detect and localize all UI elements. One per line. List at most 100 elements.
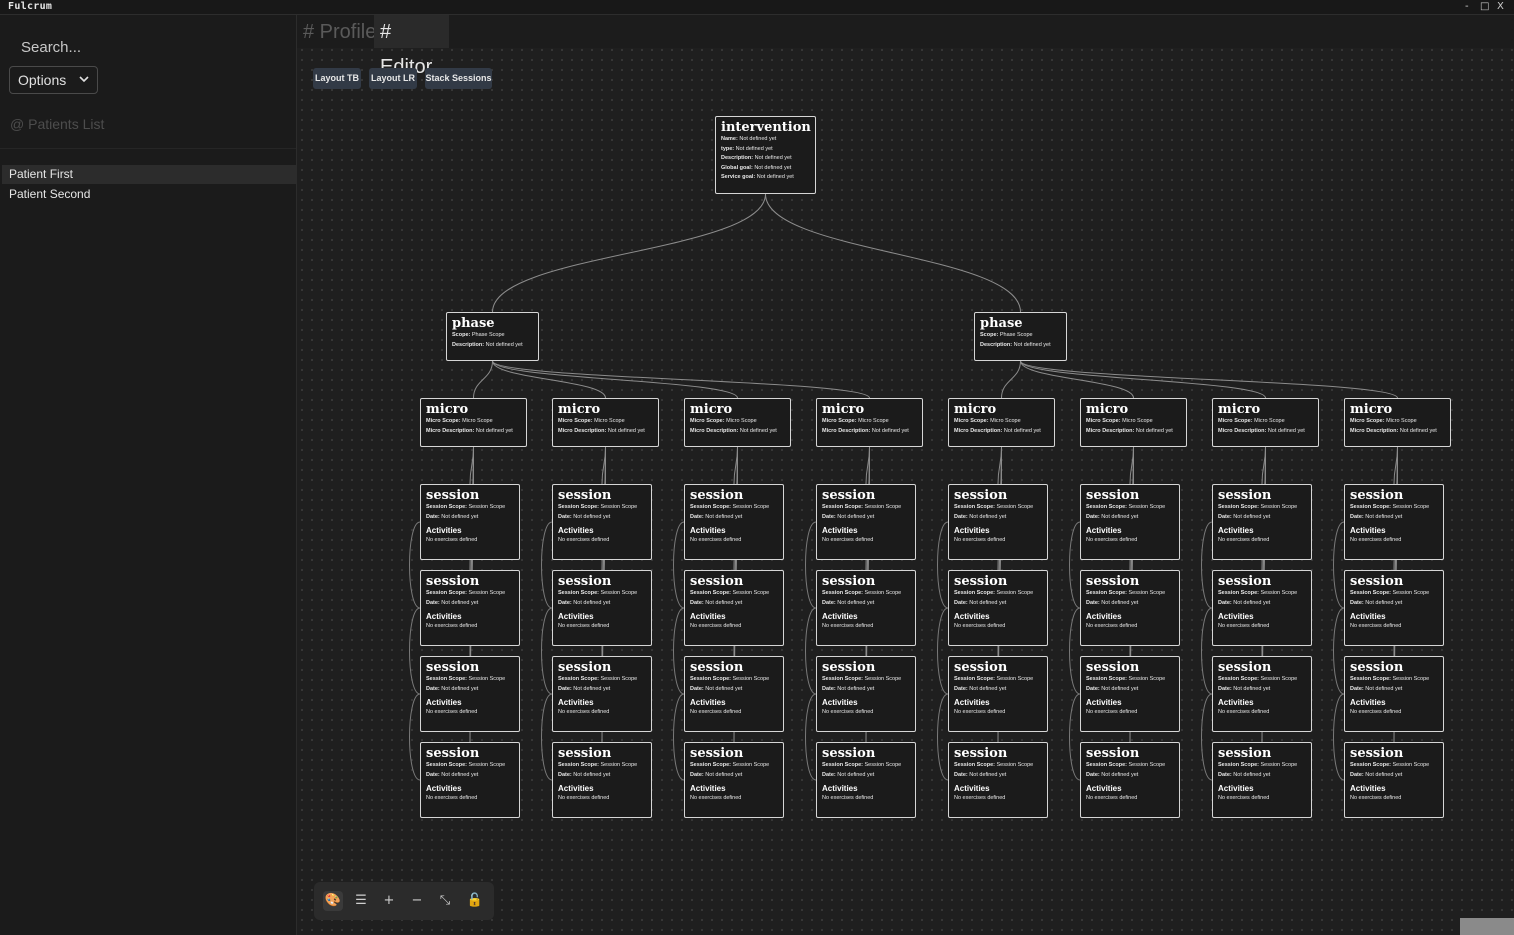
session-field-value: Session Scope (468, 504, 506, 510)
session-stack-edge (937, 693, 949, 781)
session-node[interactable]: session Session Scope: Session Scope Date:… (420, 570, 520, 646)
session-node[interactable]: session Session Scope: Session Scope Date:… (1212, 570, 1312, 646)
session-node[interactable]: session Session Scope: Session Scope Date:… (552, 570, 652, 646)
session-activities-empty: No exercises defined (426, 709, 478, 715)
session-node[interactable]: session Session Scope: Session Scope Date:… (1212, 742, 1312, 818)
session-field-value: Session Scope (600, 504, 638, 510)
session-field: Date: Not defined yet (558, 771, 646, 781)
session-node[interactable]: session Session Scope: Session Scope Date:… (1212, 656, 1312, 732)
session-field-key: Session Scope: (690, 504, 731, 510)
session-activities-heading: Activities (954, 526, 990, 535)
patient-item-first[interactable]: Patient First (2, 165, 296, 184)
minimize-icon[interactable]: - (1465, 0, 1469, 13)
micro-field-key: Micro Scope: (822, 418, 857, 424)
session-node[interactable]: session Session Scope: Session Scope Date:… (1080, 484, 1180, 560)
session-activities-heading: Activities (690, 698, 726, 707)
session-node[interactable]: session Session Scope: Session Scope Date:… (1344, 484, 1444, 560)
session-field: Session Scope: Session Scope (954, 589, 1042, 599)
micro-field-value: Micro Scope (1254, 418, 1285, 424)
micro-field-value: Micro Scope (594, 418, 625, 424)
phase-node[interactable]: phase Scope: Phase Scope Description: Not … (446, 312, 539, 361)
session-node[interactable]: session Session Scope: Session Scope Date:… (420, 484, 520, 560)
session-field-key: Session Scope: (1218, 762, 1259, 768)
session-field-value: Not defined yet (1101, 599, 1139, 606)
phase-field-value: Not defined yet (1013, 341, 1051, 348)
session-node[interactable]: session Session Scope: Session Scope Date:… (948, 742, 1048, 818)
patient-item-second[interactable]: Patient Second (2, 185, 296, 204)
maximize-icon[interactable]: □ (1480, 0, 1489, 13)
graph-edge (473, 360, 493, 399)
session-node[interactable]: session Session Scope: Session Scope Date:… (684, 484, 784, 560)
session-activities-empty: No exercises defined (1218, 795, 1270, 801)
session-node[interactable]: session Session Scope: Session Scope Date:… (552, 656, 652, 732)
session-node[interactable]: session Session Scope: Session Scope Date:… (948, 656, 1048, 732)
session-node[interactable]: session Session Scope: Session Scope Date:… (1080, 742, 1180, 818)
intervention-node[interactable]: intervention Name: Not defined yet type: N… (715, 116, 816, 194)
session-node[interactable]: session Session Scope: Session Scope Date:… (816, 570, 916, 646)
session-node[interactable]: session Session Scope: Session Scope Date:… (1080, 656, 1180, 732)
micro-field-value: Micro Scope (990, 418, 1021, 424)
session-node[interactable]: session Session Scope: Session Scope Date:… (1080, 570, 1180, 646)
session-activities-heading: Activities (822, 698, 858, 707)
micro-field: Micro Description: Not defined yet (426, 427, 521, 437)
micro-node[interactable]: micro Micro Scope: Micro Scope Micro Descr… (1212, 398, 1319, 447)
session-node[interactable]: session Session Scope: Session Scope Date:… (420, 742, 520, 818)
micro-node[interactable]: micro Micro Scope: Micro Scope Micro Descr… (816, 398, 923, 447)
session-node[interactable]: session Session Scope: Session Scope Date:… (1212, 484, 1312, 560)
phase-node[interactable]: phase Scope: Phase Scope Description: Not … (974, 312, 1067, 361)
session-node[interactable]: session Session Scope: Session Scope Date:… (816, 484, 916, 560)
session-node[interactable]: session Session Scope: Session Scope Date:… (1344, 570, 1444, 646)
session-stack-edge (805, 607, 817, 695)
session-activities-heading: Activities (1350, 698, 1386, 707)
micro-field-key: Micro Description: (822, 427, 871, 434)
micro-field-key: Micro Description: (1350, 427, 1399, 434)
session-field-value: Session Scope (600, 762, 638, 768)
intervention-field-value: Not defined yet (756, 174, 794, 180)
intervention-field-key: Name: (721, 136, 738, 142)
session-node[interactable]: session Session Scope: Session Scope Date:… (684, 742, 784, 818)
zoom-in-icon[interactable]: + (379, 891, 399, 911)
micro-node[interactable]: micro Micro Scope: Micro Scope Micro Descr… (1344, 398, 1451, 447)
lock-icon[interactable]: 🔓 (465, 891, 485, 911)
session-node-title: session (690, 746, 744, 761)
micro-node[interactable]: micro Micro Scope: Micro Scope Micro Descr… (1080, 398, 1187, 447)
minimap-corner[interactable] (1460, 918, 1514, 935)
phase-field-value: Not defined yet (485, 341, 523, 348)
session-node[interactable]: session Session Scope: Session Scope Date:… (420, 656, 520, 732)
micro-node[interactable]: micro Micro Scope: Micro Scope Micro Descr… (684, 398, 791, 447)
search-input[interactable]: Search... (21, 39, 81, 56)
session-node[interactable]: session Session Scope: Session Scope Date:… (552, 484, 652, 560)
session-field-value: Session Scope (1128, 676, 1166, 682)
micro-node[interactable]: micro Micro Scope: Micro Scope Micro Descr… (948, 398, 1055, 447)
session-field-value: Session Scope (996, 504, 1034, 510)
zoom-out-icon[interactable]: − (407, 891, 427, 911)
session-node[interactable]: session Session Scope: Session Scope Date:… (816, 742, 916, 818)
session-field-key: Date: (426, 513, 440, 520)
session-node[interactable]: session Session Scope: Session Scope Date:… (1344, 742, 1444, 818)
session-field-key: Date: (690, 513, 704, 520)
micro-node[interactable]: micro Micro Scope: Micro Scope Micro Descr… (420, 398, 527, 447)
session-node[interactable]: session Session Scope: Session Scope Date:… (552, 742, 652, 818)
menu-icon[interactable]: ☰ (351, 891, 371, 911)
session-field: Session Scope: Session Scope (1350, 675, 1438, 685)
session-node[interactable]: session Session Scope: Session Scope Date:… (948, 570, 1048, 646)
session-node-title: session (426, 574, 480, 589)
session-field: Session Scope: Session Scope (1218, 503, 1306, 513)
session-node[interactable]: session Session Scope: Session Scope Date:… (1344, 656, 1444, 732)
options-dropdown[interactable]: Options (9, 66, 98, 94)
patients-list-title: @ Patients List (10, 116, 105, 132)
session-node[interactable]: session Session Scope: Session Scope Date:… (684, 656, 784, 732)
session-node[interactable]: session Session Scope: Session Scope Date:… (816, 656, 916, 732)
session-node[interactable]: session Session Scope: Session Scope Date:… (684, 570, 784, 646)
micro-field-key: Micro Description: (426, 427, 475, 434)
close-icon[interactable]: X (1497, 0, 1504, 13)
editor-canvas[interactable]: # Profile # Editor Layout TB Layout LR S… (297, 15, 1514, 935)
session-field-value: Session Scope (1392, 762, 1430, 768)
session-field-value: Not defined yet (1233, 513, 1271, 520)
fit-view-icon[interactable]: ⤡ (435, 891, 455, 911)
session-node[interactable]: session Session Scope: Session Scope Date:… (948, 484, 1048, 560)
micro-node[interactable]: micro Micro Scope: Micro Scope Micro Descr… (552, 398, 659, 447)
session-stack-edge (409, 693, 421, 781)
session-activities-empty: No exercises defined (1218, 623, 1270, 629)
palette-icon[interactable]: 🎨 (323, 891, 343, 911)
